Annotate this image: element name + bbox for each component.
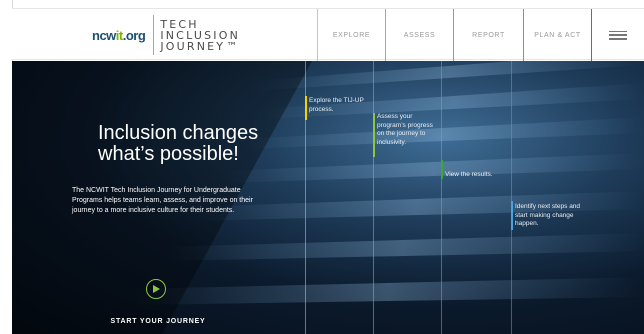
plan-accent-bar xyxy=(511,201,513,230)
nav-report[interactable]: REPORT xyxy=(453,9,523,61)
nav-explore[interactable]: EXPLORE xyxy=(317,9,385,61)
site-logo[interactable]: ncwit.org TECH INCLUSION JOURNEY™ xyxy=(92,13,240,57)
explore-step-text: Explore the TIJ-UP process. xyxy=(309,97,364,113)
assess-column-line xyxy=(373,61,374,334)
site-header: ncwit.org TECH INCLUSION JOURNEY™ EXPLOR… xyxy=(12,8,644,70)
hamburger-menu-icon xyxy=(609,30,627,40)
report-column-line xyxy=(441,61,442,334)
plan-column-line xyxy=(511,61,512,334)
nav-plan-act[interactable]: PLAN & ACT xyxy=(523,9,591,61)
menu-button[interactable] xyxy=(591,9,644,61)
nav-assess[interactable]: ASSESS xyxy=(385,9,453,61)
tech-inclusion-journey-wordmark: TECH INCLUSION JOURNEY™ xyxy=(160,17,241,53)
hero-description: The NCWIT Tech Inclusion Journey for Und… xyxy=(72,187,253,214)
ncwit-logo: ncwit.org xyxy=(92,27,146,43)
explore-accent-bar xyxy=(305,96,307,120)
logo-divider xyxy=(153,15,155,55)
assess-step-text: Assess your program’s progress on the jo… xyxy=(377,113,433,146)
plan-step-text: Identify next steps and start making cha… xyxy=(515,203,581,227)
play-circle-icon[interactable] xyxy=(146,279,166,299)
report-step-text: View the results. xyxy=(445,171,493,178)
start-journey-link[interactable]: START YOUR JOURNEY xyxy=(103,318,213,325)
hero-section: Inclusion changes what’s possible! The N… xyxy=(12,61,644,334)
report-accent-bar xyxy=(441,160,443,179)
hero-headline: Inclusion changes what’s possible! xyxy=(98,122,259,165)
assess-accent-bar xyxy=(373,113,375,157)
